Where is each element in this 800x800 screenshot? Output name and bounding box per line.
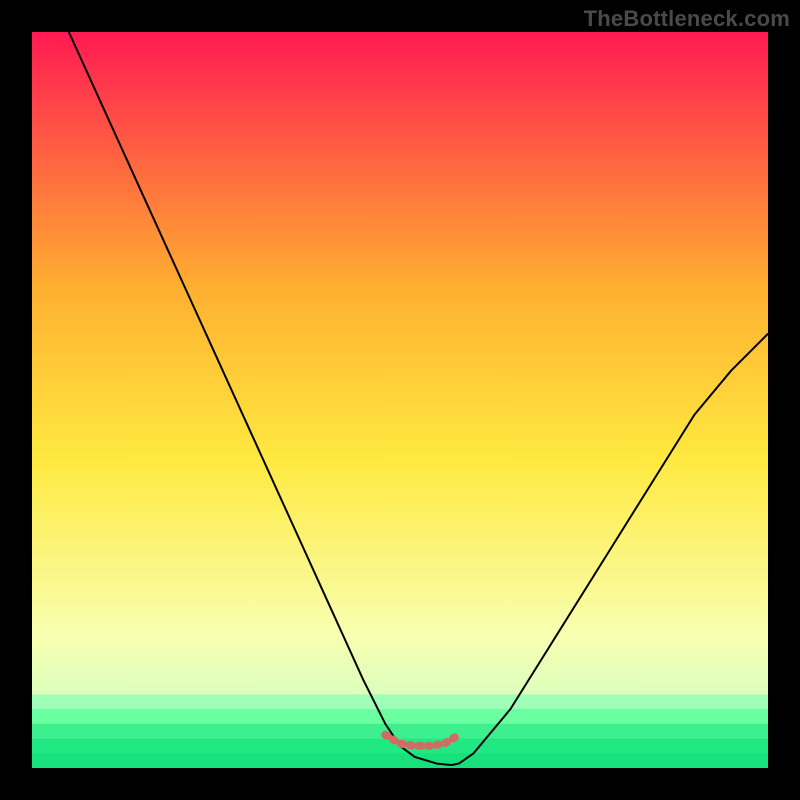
gradient-background [32,32,768,768]
bottom-stripe [32,753,768,768]
bottom-stripe [32,694,768,709]
chart-frame: TheBottleneck.com [0,0,800,800]
bottom-stripe [32,709,768,724]
watermark-text: TheBottleneck.com [584,6,790,32]
plot-area [32,32,768,768]
chart-svg [32,32,768,768]
bottom-stripe [32,724,768,739]
